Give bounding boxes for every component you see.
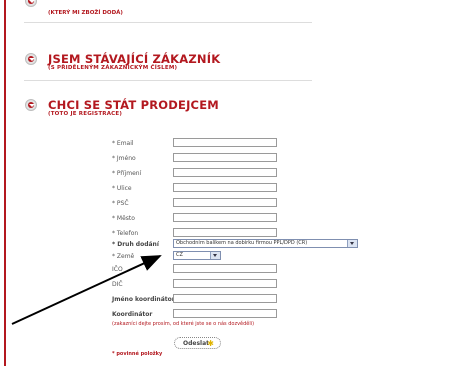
registration-page: (KTERÝ MI ZBOŽÍ DODÁ) JSEM STÁVAJÍCÍ ZÁK…: [0, 0, 459, 366]
annotation-arrow-icon: [11, 255, 162, 325]
